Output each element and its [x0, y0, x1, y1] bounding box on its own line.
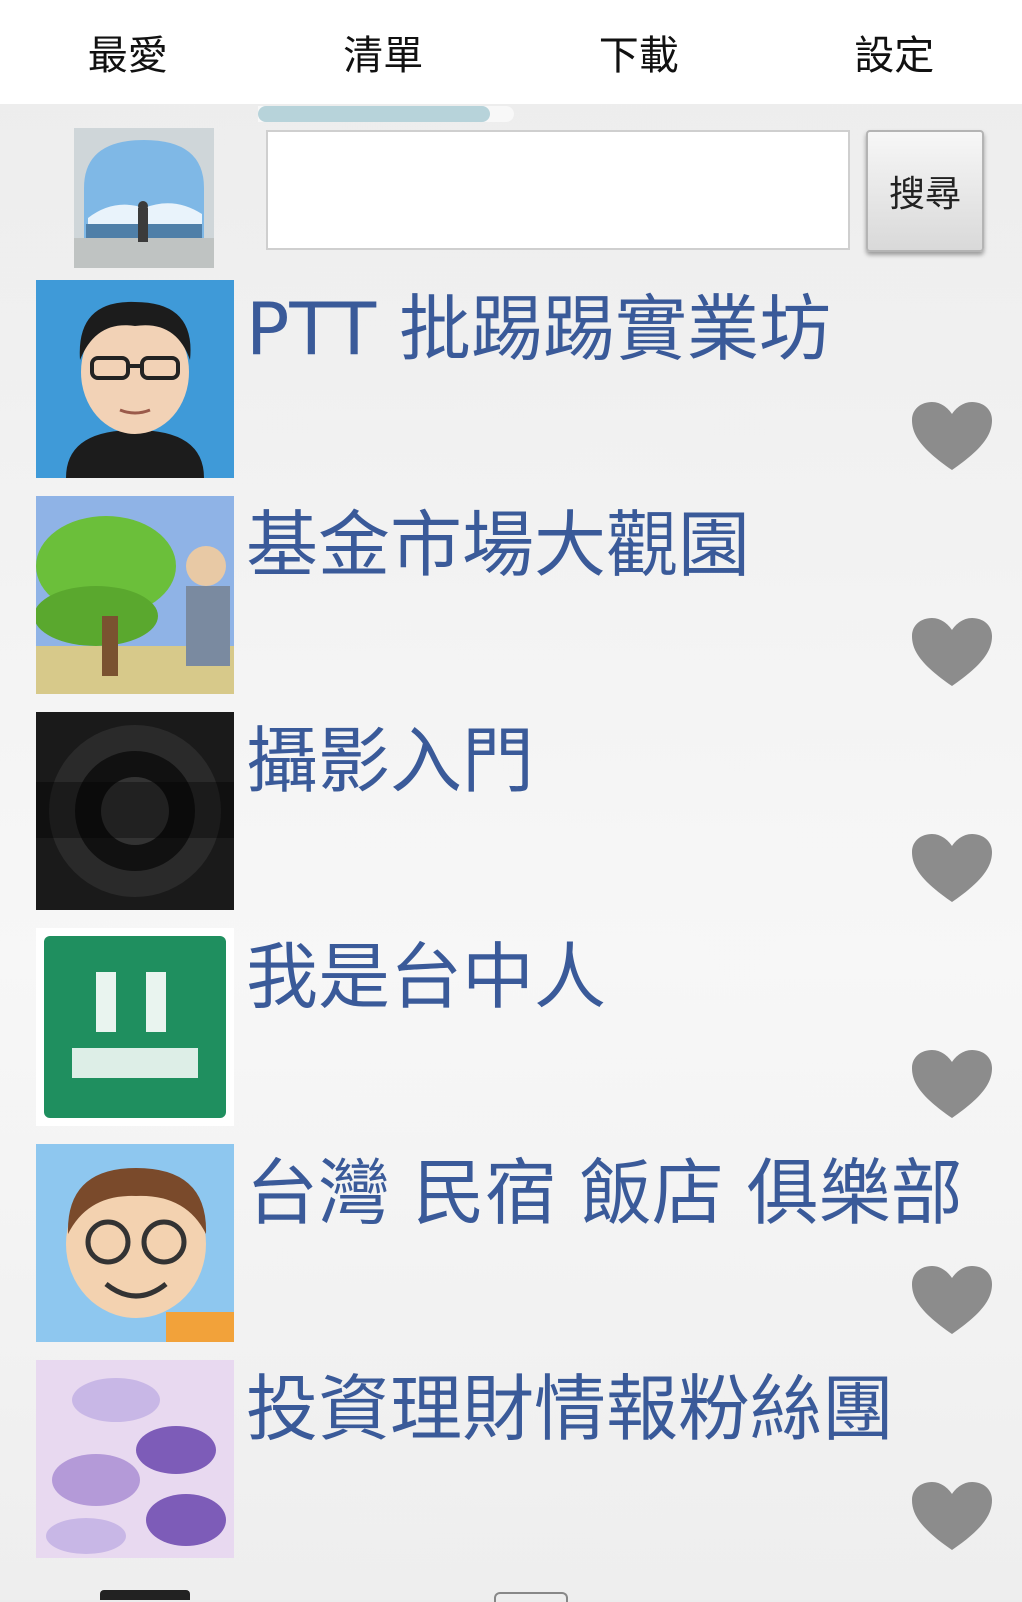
- group-title: PTT 批踢踢實業坊: [246, 290, 831, 369]
- tab-settings[interactable]: 設定: [767, 0, 1022, 104]
- group-thumbnail: [36, 1144, 234, 1342]
- profile-avatar[interactable]: [74, 128, 214, 268]
- heart-icon[interactable]: [910, 1048, 994, 1120]
- group-thumbnail: [36, 496, 234, 694]
- list-item[interactable]: 投資理財情報粉絲團: [0, 1360, 1022, 1560]
- group-thumbnail: [36, 712, 234, 910]
- heart-icon[interactable]: [910, 616, 994, 688]
- tab-indicator: [258, 106, 490, 122]
- heart-icon[interactable]: [910, 832, 994, 904]
- search-button[interactable]: 搜尋: [866, 130, 984, 252]
- group-title: 基金市場大觀園: [246, 506, 750, 585]
- heart-icon[interactable]: [910, 1480, 994, 1552]
- list-item[interactable]: 台灣 民宿 飯店 俱樂部: [0, 1144, 1022, 1344]
- group-title: 台灣 民宿 飯店 俱樂部: [246, 1154, 963, 1233]
- group-title: 投資理財情報粉絲團: [246, 1370, 894, 1449]
- heart-icon[interactable]: [910, 1264, 994, 1336]
- list-item[interactable]: 我是台中人: [0, 928, 1022, 1128]
- list-item[interactable]: 攝影入門: [0, 712, 1022, 912]
- group-title: 我是台中人: [246, 938, 606, 1017]
- search-input[interactable]: [266, 130, 850, 250]
- group-title: 攝影入門: [246, 722, 534, 801]
- group-thumbnail: [36, 1360, 234, 1558]
- next-item-peek: [100, 1590, 190, 1600]
- group-thumbnail: [36, 928, 234, 1126]
- next-item-peek-2: [494, 1592, 568, 1602]
- list-item[interactable]: PTT 批踢踢實業坊: [0, 280, 1022, 480]
- tab-favorites[interactable]: 最愛: [0, 0, 256, 104]
- list-item[interactable]: 基金市場大觀園: [0, 496, 1022, 696]
- tab-list[interactable]: 清單: [256, 0, 512, 104]
- group-thumbnail: [36, 280, 234, 478]
- top-tab-bar: 最愛 清單 下載 設定: [0, 0, 1022, 104]
- heart-icon[interactable]: [910, 400, 994, 472]
- tab-downloads[interactable]: 下載: [511, 0, 767, 104]
